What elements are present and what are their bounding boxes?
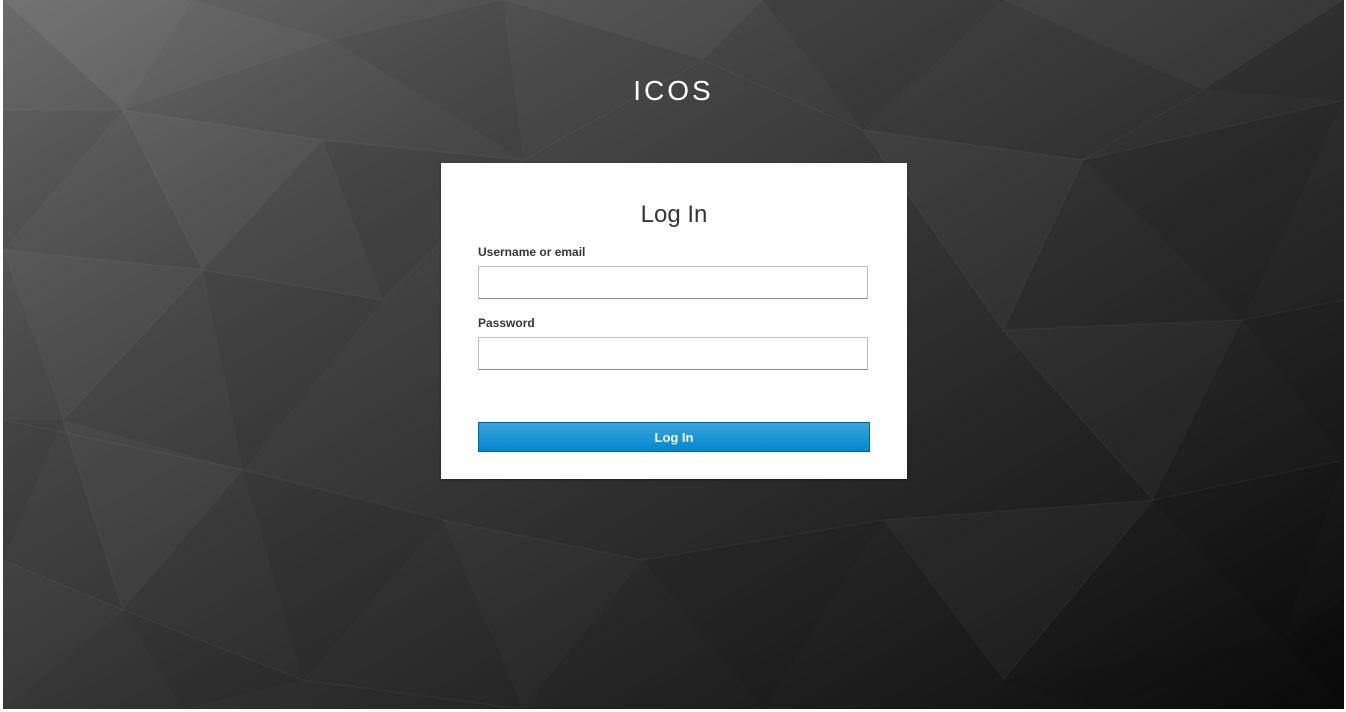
login-heading: Log In [640,201,708,228]
login-page-background: ICOS Log In Username or email Password L… [3,0,1344,709]
login-button[interactable]: Log In [478,422,870,452]
username-label: Username or email [478,245,586,259]
app-brand-title: ICOS [633,75,714,106]
username-input[interactable] [478,266,868,299]
password-input[interactable] [478,337,868,370]
password-label: Password [478,316,535,330]
login-card: Log In Username or email Password Log In [441,163,907,479]
